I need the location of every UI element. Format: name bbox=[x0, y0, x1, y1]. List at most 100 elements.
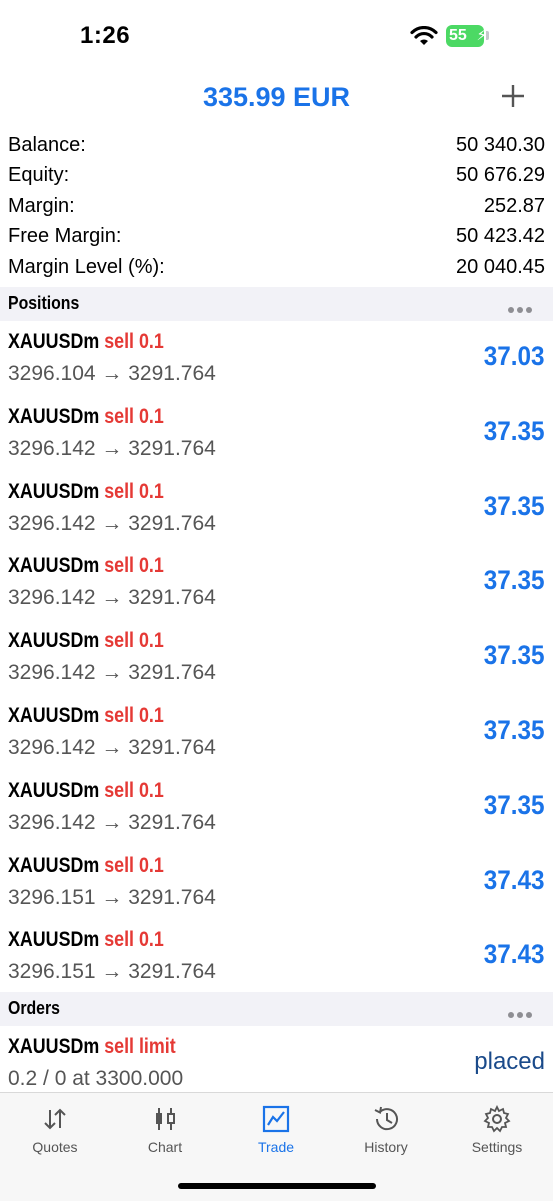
position-profit: 37.35 bbox=[484, 565, 545, 596]
order-row[interactable]: XAUUSDm sell limit 0.2 / 0 at 3300.000 p… bbox=[0, 1026, 553, 1092]
position-row[interactable]: XAUUSDm sell 0.1 3296.151 → 3291.764 37.43 bbox=[0, 845, 553, 920]
position-title: XAUUSDm sell 0.1 bbox=[8, 854, 164, 878]
summary-row: Margin: 252.87 bbox=[0, 191, 553, 222]
position-type: sell 0.1 bbox=[104, 928, 164, 952]
battery-tip bbox=[486, 31, 489, 40]
position-type: sell 0.1 bbox=[104, 853, 164, 877]
tab-quotes[interactable]: Quotes bbox=[0, 1093, 110, 1163]
position-symbol: XAUUSDm bbox=[8, 703, 100, 727]
orders-title: Orders bbox=[8, 998, 60, 1018]
position-symbol: XAUUSDm bbox=[8, 629, 100, 653]
tab-label: Trade bbox=[257, 1139, 295, 1155]
tab-label: History bbox=[364, 1139, 408, 1155]
summary-label: Free Margin: bbox=[8, 225, 122, 248]
order-details: 0.2 / 0 at 3300.000 bbox=[8, 1067, 184, 1090]
position-prices: 3296.151 → 3291.764 bbox=[8, 885, 216, 909]
positions-list: XAUUSDm sell 0.1 3296.104 → 3291.764 37.03… bbox=[0, 321, 553, 994]
position-symbol: XAUUSDm bbox=[8, 928, 100, 952]
order-symbol: XAUUSDm bbox=[8, 1035, 100, 1058]
position-prices: 3296.142 → 3291.764 bbox=[8, 810, 216, 834]
position-title: XAUUSDm sell 0.1 bbox=[8, 928, 164, 952]
status-bar: 1:26 55 ⚡ bbox=[0, 0, 553, 70]
position-type: sell 0.1 bbox=[104, 703, 164, 727]
account-summary: Balance: 50 340.30 Equity: 50 676.29 Margin:… bbox=[0, 130, 553, 283]
battery-icon: 55 ⚡ bbox=[446, 25, 487, 47]
summary-label: Margin Level (%): bbox=[8, 255, 165, 278]
position-prices: 3296.142 → 3291.764 bbox=[8, 735, 216, 759]
position-type: sell 0.1 bbox=[104, 479, 164, 503]
position-symbol: XAUUSDm bbox=[8, 404, 100, 428]
position-profit: 37.35 bbox=[484, 640, 545, 671]
position-symbol: XAUUSDm bbox=[8, 479, 100, 503]
position-row[interactable]: XAUUSDm sell 0.1 3296.142 → 3291.764 37.35 bbox=[0, 471, 553, 546]
summary-value: 50 340.30 bbox=[456, 133, 545, 156]
order-type: sell limit bbox=[104, 1035, 176, 1058]
position-type: sell 0.1 bbox=[104, 330, 164, 353]
status-time: 1:26 bbox=[80, 22, 131, 49]
battery-level: 55 bbox=[449, 27, 467, 44]
positions-header: Positions bbox=[0, 287, 553, 321]
position-title: XAUUSDm sell 0.1 bbox=[8, 480, 164, 504]
quotes-icon bbox=[44, 1108, 66, 1130]
position-symbol: XAUUSDm bbox=[8, 330, 100, 353]
position-profit: 37.35 bbox=[484, 490, 545, 521]
position-prices: 3296.142 → 3291.764 bbox=[8, 436, 216, 460]
settings-icon bbox=[483, 1105, 511, 1133]
position-title: XAUUSDm sell 0.1 bbox=[8, 405, 164, 429]
history-icon bbox=[374, 1106, 398, 1131]
tab-chart[interactable]: Chart bbox=[110, 1093, 220, 1163]
summary-row: Free Margin: 50 423.42 bbox=[0, 222, 553, 253]
more-icon[interactable] bbox=[508, 300, 538, 313]
positions-title: Positions bbox=[8, 293, 80, 313]
tab-history[interactable]: History bbox=[331, 1093, 441, 1163]
position-row[interactable]: XAUUSDm sell 0.1 3296.151 → 3291.764 37.43 bbox=[0, 919, 553, 994]
position-profit: 37.35 bbox=[484, 789, 545, 820]
summary-value: 50 676.29 bbox=[456, 164, 545, 187]
position-type: sell 0.1 bbox=[104, 404, 164, 428]
position-symbol: XAUUSDm bbox=[8, 853, 100, 877]
position-row[interactable]: XAUUSDm sell 0.1 3296.142 → 3291.764 37.35 bbox=[0, 545, 553, 620]
header: 335.99 EUR bbox=[0, 70, 553, 126]
position-profit: 37.35 bbox=[484, 714, 545, 745]
summary-label: Balance: bbox=[8, 133, 86, 156]
position-prices: 3296.151 → 3291.764 bbox=[8, 960, 216, 984]
position-row[interactable]: XAUUSDm sell 0.1 3296.142 → 3291.764 37.35 bbox=[0, 770, 553, 845]
chart-icon bbox=[156, 1108, 175, 1130]
summary-value: 252.87 bbox=[483, 194, 545, 217]
tab-label: Chart bbox=[147, 1139, 183, 1155]
tab-settings[interactable]: Settings bbox=[442, 1093, 552, 1163]
orders-header: Orders bbox=[0, 992, 553, 1026]
position-symbol: XAUUSDm bbox=[8, 554, 100, 578]
position-row[interactable]: XAUUSDm sell 0.1 3296.104 → 3291.764 37.03 bbox=[0, 321, 553, 396]
position-row[interactable]: XAUUSDm sell 0.1 3296.142 → 3291.764 37.35 bbox=[0, 396, 553, 471]
summary-row: Margin Level (%): 20 040.45 bbox=[0, 252, 553, 283]
tab-trade[interactable]: Trade bbox=[221, 1093, 331, 1163]
order-status: placed bbox=[474, 1048, 545, 1075]
trade-icon bbox=[262, 1105, 290, 1133]
account-equity-title[interactable]: 335.99 EUR bbox=[0, 82, 553, 113]
position-row[interactable]: XAUUSDm sell 0.1 3296.142 → 3291.764 37.35 bbox=[0, 620, 553, 695]
summary-value: 50 423.42 bbox=[456, 225, 545, 248]
summary-label: Equity: bbox=[8, 164, 70, 187]
position-prices: 3296.142 → 3291.764 bbox=[8, 586, 216, 610]
order-title: XAUUSDm sell limit bbox=[8, 1035, 176, 1059]
summary-row: Balance: 50 340.30 bbox=[0, 130, 553, 161]
summary-value: 20 040.45 bbox=[456, 255, 545, 278]
home-indicator bbox=[178, 1183, 376, 1189]
position-type: sell 0.1 bbox=[104, 778, 164, 802]
position-title: XAUUSDm sell 0.1 bbox=[8, 629, 164, 653]
position-title: XAUUSDm sell 0.1 bbox=[8, 779, 164, 803]
position-profit: 37.35 bbox=[484, 415, 545, 446]
position-row[interactable]: XAUUSDm sell 0.1 3296.142 → 3291.764 37.35 bbox=[0, 695, 553, 770]
position-profit: 37.43 bbox=[484, 939, 545, 970]
position-type: sell 0.1 bbox=[104, 554, 164, 578]
more-icon[interactable] bbox=[508, 1005, 538, 1018]
wifi-icon bbox=[410, 26, 438, 45]
add-order-button[interactable] bbox=[497, 80, 529, 112]
tab-label: Settings bbox=[471, 1139, 523, 1155]
position-type: sell 0.1 bbox=[104, 629, 164, 653]
position-profit: 37.43 bbox=[484, 864, 545, 895]
position-prices: 3296.104 → 3291.764 bbox=[8, 362, 216, 385]
position-prices: 3296.142 → 3291.764 bbox=[8, 661, 216, 685]
position-title: XAUUSDm sell 0.1 bbox=[8, 704, 164, 728]
